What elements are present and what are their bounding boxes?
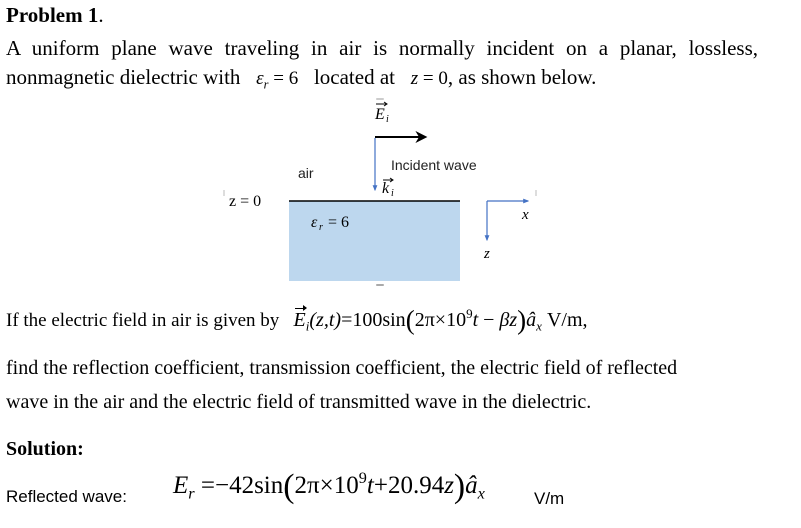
incident-field-args: (z,t) [309, 308, 342, 331]
problem-title-punct: . [98, 3, 104, 27]
reflected-unit-vector: â [465, 471, 478, 499]
given-field-statement: If the electric field in air is given by… [6, 304, 588, 336]
epsilon-sub: r [263, 77, 269, 92]
z-value: = 0 [422, 68, 448, 89]
k-vector-label: k i [382, 177, 394, 199]
units: V/m [546, 308, 583, 331]
trailing-comma: , [582, 308, 588, 331]
reflected-amplitude: −42 [214, 471, 255, 499]
dielectric-epsilon-symbol: ε [311, 214, 318, 231]
amplitude: 100 [352, 308, 383, 331]
e-field-label: E i [374, 101, 389, 125]
intro-text-b: located at [313, 65, 395, 89]
air-label: air [298, 165, 314, 181]
z-symbol: z [410, 68, 419, 89]
reflected-field-equation: Er =−42sin(2π×109t+20.94z)âx [173, 468, 485, 506]
intro-line-2: nonmagnetic dielectric with εr = 6 locat… [6, 63, 596, 99]
problem-title: Problem 1. [6, 3, 104, 28]
dielectric-region [289, 201, 460, 281]
dielectric-epsilon-sub: r [319, 222, 323, 233]
open-paren: ( [405, 305, 415, 335]
reflected-field-symbol: E [173, 471, 189, 499]
reflected-z: z [444, 471, 454, 499]
given-lead-text: If the electric field in air is given by [6, 309, 280, 331]
k-vector-head [389, 177, 394, 183]
e-field-subscript: i [386, 114, 389, 125]
omega-coeff: 2π [414, 308, 435, 331]
minus-sign: − [478, 308, 500, 331]
reflected-omega: 2π [294, 471, 320, 499]
dielectric-epsilon-label: ε r = 6 [311, 214, 349, 233]
reflected-field-sub: r [188, 484, 195, 503]
reflected-units: V/m [534, 489, 565, 508]
reflected-equals: = [200, 471, 215, 499]
task-line-1: find the reflection coefficient, transmi… [6, 357, 678, 379]
equals-sign: = [341, 308, 353, 331]
interface-z0-label: z = 0 [229, 193, 261, 210]
z-axis-label: z [483, 246, 490, 262]
intro-line-1: A uniform plane wave traveling in air is… [6, 36, 758, 60]
reflected-open-paren: ( [283, 468, 295, 505]
reflected-times: × [319, 471, 334, 499]
solution-heading: Solution: [6, 438, 84, 460]
reflected-close-paren: ) [453, 468, 466, 505]
task-line-2: wave in the air and the electric field o… [6, 391, 592, 413]
k-symbol: k [382, 180, 390, 197]
x-axis-label: x [521, 207, 529, 223]
sin-func: sin [382, 308, 406, 331]
close-paren: ) [517, 305, 527, 335]
dielectric-epsilon-value: = 6 [324, 214, 349, 231]
problem-title-text: Problem 1 [6, 3, 99, 27]
small-artifact-mark [376, 284, 384, 286]
z-location-expression: z = 0 [411, 68, 448, 89]
beta-z: βz [499, 308, 518, 331]
epsilon-symbol: ε [256, 68, 264, 89]
reflected-unit-sub: x [477, 484, 485, 503]
ten: 10 [446, 308, 467, 331]
k-subscript: i [391, 188, 394, 199]
e-field-symbol: E [374, 106, 385, 123]
unit-vector-sub: x [536, 318, 542, 334]
incident-field-equation: Ei(z,t)=100sin(2π×109t − βz)âx V/m, [293, 304, 588, 335]
reflected-beta: 20.94 [387, 471, 445, 499]
reflected-wave-label: Reflected wave: [6, 487, 127, 506]
reflected-t: t [366, 471, 374, 499]
intro-text-a: nonmagnetic dielectric with [6, 65, 241, 89]
reflected-sin: sin [254, 471, 284, 499]
epsilon-r-expression: εr = 6 [256, 68, 299, 92]
reflected-ten: 10 [333, 471, 359, 499]
epsilon-value: = 6 [273, 68, 299, 89]
reflected-plus: + [373, 471, 388, 499]
times-sign: × [434, 308, 447, 331]
reflected-exponent: 9 [358, 469, 367, 488]
incident-field-symbol: E [293, 304, 308, 331]
unit-vector: â [526, 308, 537, 331]
incident-wave-label: Incident wave [391, 157, 477, 173]
intro-text-c: , as shown below. [447, 65, 597, 89]
